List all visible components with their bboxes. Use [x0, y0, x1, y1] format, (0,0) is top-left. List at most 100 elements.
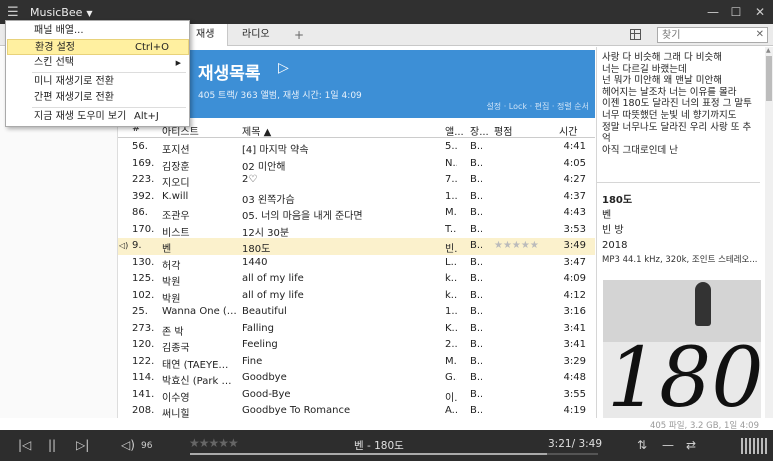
table-row[interactable]: 86.조관우05. 너의 마음을 내게 준다면M...B...4:43	[118, 205, 595, 222]
cell-genre: B...	[470, 256, 482, 268]
table-row[interactable]: 114.박효신 (Park …GoodbyeG...B...4:48	[118, 370, 595, 387]
app-name-menu[interactable]: MusicBee ▼	[30, 6, 93, 19]
cell-genre: B...	[470, 223, 482, 235]
playlist-links[interactable]: 설정 · Lock · 편집 · 정렬 순서	[486, 101, 589, 112]
now-playing-speaker-icon: ◁)	[119, 241, 129, 250]
shuffle-icon[interactable]: —	[662, 438, 674, 452]
search-input[interactable]	[658, 28, 748, 42]
volume-level: 96	[141, 441, 153, 451]
cell-album: T...	[445, 223, 457, 235]
cell-title: [4] 마지막 약속	[242, 145, 309, 156]
column-rating[interactable]: 평점	[494, 123, 512, 138]
previous-track-icon[interactable]: |◁	[18, 438, 31, 452]
cell-title: 12시 30분	[242, 227, 290, 239]
track-info-artist: 벤	[602, 210, 612, 221]
table-row[interactable]: 102.박원all of my lifek...B...4:12	[118, 288, 595, 305]
cell-title: Feeling	[242, 339, 278, 350]
search-box[interactable]: ✕	[657, 27, 768, 43]
minimize-button[interactable]: —	[703, 3, 723, 21]
equalizer-icon[interactable]: ⇅	[637, 438, 647, 452]
menu-item-shortcut: Ctrl+O	[135, 42, 170, 53]
next-track-icon[interactable]: ▷|	[76, 438, 89, 452]
right-scrollbar[interactable]: ▲	[765, 47, 773, 430]
repeat-icon[interactable]: ⇄	[686, 438, 696, 452]
cell-artist: 이수영	[162, 392, 190, 404]
table-row[interactable]: 392.K.will03 왼쪽가슴1...B...4:37	[118, 189, 595, 206]
clear-search-icon[interactable]: ✕	[756, 29, 764, 40]
menu-item-5[interactable]: 지금 재생 도우미 보기 Alt+J	[7, 109, 189, 125]
cell-time: 4:05	[563, 157, 586, 169]
cell-album: 1...	[445, 190, 457, 202]
add-tab-button[interactable]: +	[294, 24, 308, 46]
cell-album: M...	[445, 355, 457, 367]
cell-title: all of my life	[242, 289, 304, 301]
maximize-button[interactable]: ☐	[726, 3, 746, 21]
menu-item-3[interactable]: 미니 재생기로 전환	[7, 74, 189, 90]
divider	[597, 182, 760, 183]
table-row[interactable]: 170.비스트12시 30분T...B...3:53	[118, 222, 595, 239]
track-info: 180도 벤 빈 방 2018 MP3 44.1 kHz, 320k, 조인트 …	[602, 193, 762, 268]
cell-time: 4:09	[563, 273, 586, 284]
pause-icon[interactable]: ||	[48, 438, 56, 452]
table-row[interactable]: 56.포지션[4] 마지막 약속5...B...4:41	[118, 139, 595, 156]
player-rating-stars[interactable]: ★★★★★	[189, 436, 239, 450]
cell-artist: 조관우	[162, 211, 190, 222]
column-album[interactable]: 앨...	[445, 123, 464, 138]
table-row[interactable]: 273.존 박FallingK...B...3:41	[118, 321, 595, 338]
table-row[interactable]: 141.이수영Good-Bye이...B...3:55	[118, 387, 595, 404]
cell-time: 4:12	[563, 289, 586, 301]
scroll-up-icon[interactable]: ▲	[766, 47, 771, 54]
hamburger-menu-icon[interactable]: ☰	[7, 5, 19, 20]
cell-time: 4:19	[563, 405, 586, 416]
menu-item-0[interactable]: 패널 배열...	[7, 23, 189, 39]
menu-item-label: 미니 재생기로 전환	[34, 76, 114, 87]
play-playlist-icon[interactable]: ▷	[278, 60, 289, 76]
menu-separator	[32, 107, 186, 108]
now-playing-label: 벤 - 180도	[354, 440, 404, 452]
lyrics-line: 아직 그대로인데 난	[602, 144, 678, 156]
table-row-playing[interactable]: ◁)9.벤180도빈...B...★★★★★3:49	[118, 238, 595, 255]
cell-artist: 태연 (TAEYE…	[162, 359, 229, 371]
table-row[interactable]: 130.허각1440L...B...3:47	[118, 255, 595, 272]
table-row[interactable]: 25.Wanna One (…Beautiful1...B...3:16	[118, 304, 595, 321]
cell-time: 3:53	[563, 223, 586, 235]
volume-icon[interactable]: ◁)	[121, 438, 135, 452]
cell-artist: 벤	[162, 244, 172, 255]
column-genre[interactable]: 장...	[470, 123, 489, 138]
tab-radio[interactable]: 라디오	[240, 24, 280, 46]
cell-time: 3:41	[563, 339, 586, 350]
table-row[interactable]: 169.김장훈02 미안해N...B...4:05	[118, 156, 595, 173]
cell-time: 3:49	[563, 240, 586, 251]
page-title: 재생목록	[198, 64, 261, 84]
layout-panel-icon[interactable]	[630, 29, 641, 40]
table-row[interactable]: 122.태연 (TAEYE…FineM...B...3:29	[118, 354, 595, 371]
cell-title: 02 미안해	[242, 161, 286, 173]
table-row[interactable]: 120.김종국Feeling2...B...3:41	[118, 337, 595, 354]
column-title[interactable]: 제목 ▲	[242, 123, 271, 138]
close-button[interactable]: ✕	[750, 3, 770, 21]
track-list: 56.포지션[4] 마지막 약속5...B...4:41169.김장훈02 미안…	[118, 139, 595, 420]
player-bar: |◁ || ▷| ◁) 96 ★★★★★ 벤 - 180도 3:21/ 3:49…	[0, 430, 773, 461]
cell-time: 3:47	[563, 256, 586, 268]
track-info-format: MP3 44.1 kHz, 320k, 조인트 스테레오...	[602, 255, 758, 265]
cell-title: Goodbye	[242, 372, 287, 383]
cell-artist: 포지션	[162, 145, 190, 156]
menu-item-2[interactable]: 스킨 선택 ▶	[7, 55, 189, 71]
table-row[interactable]: 223.지오디2♡7...B...4:27	[118, 172, 595, 189]
app-name: MusicBee	[30, 6, 83, 19]
playlist-stats: 405 트랙/ 363 앨범, 재생 시간: 1일 4:09	[198, 91, 362, 101]
scrollbar-thumb[interactable]	[766, 56, 772, 101]
cell-genre: B...	[470, 405, 482, 416]
menu-item-shortcut: Alt+J	[134, 111, 159, 122]
cell-album: k...	[445, 289, 457, 301]
menu-separator	[32, 72, 186, 73]
progress-bar[interactable]	[190, 453, 598, 455]
cell-genre: B...	[470, 372, 482, 383]
track-info-year: 2018	[602, 240, 628, 251]
menu-item-1[interactable]: 환경 설정 Ctrl+O	[7, 39, 189, 55]
spectrum-visualizer-icon[interactable]	[741, 438, 767, 454]
table-row[interactable]: 125.박원all of my lifek...B...4:09	[118, 271, 595, 288]
column-time[interactable]: 시간	[559, 123, 577, 138]
menu-item-4[interactable]: 간편 재생기로 전환	[7, 90, 189, 106]
cell-time: 3:16	[563, 306, 586, 317]
